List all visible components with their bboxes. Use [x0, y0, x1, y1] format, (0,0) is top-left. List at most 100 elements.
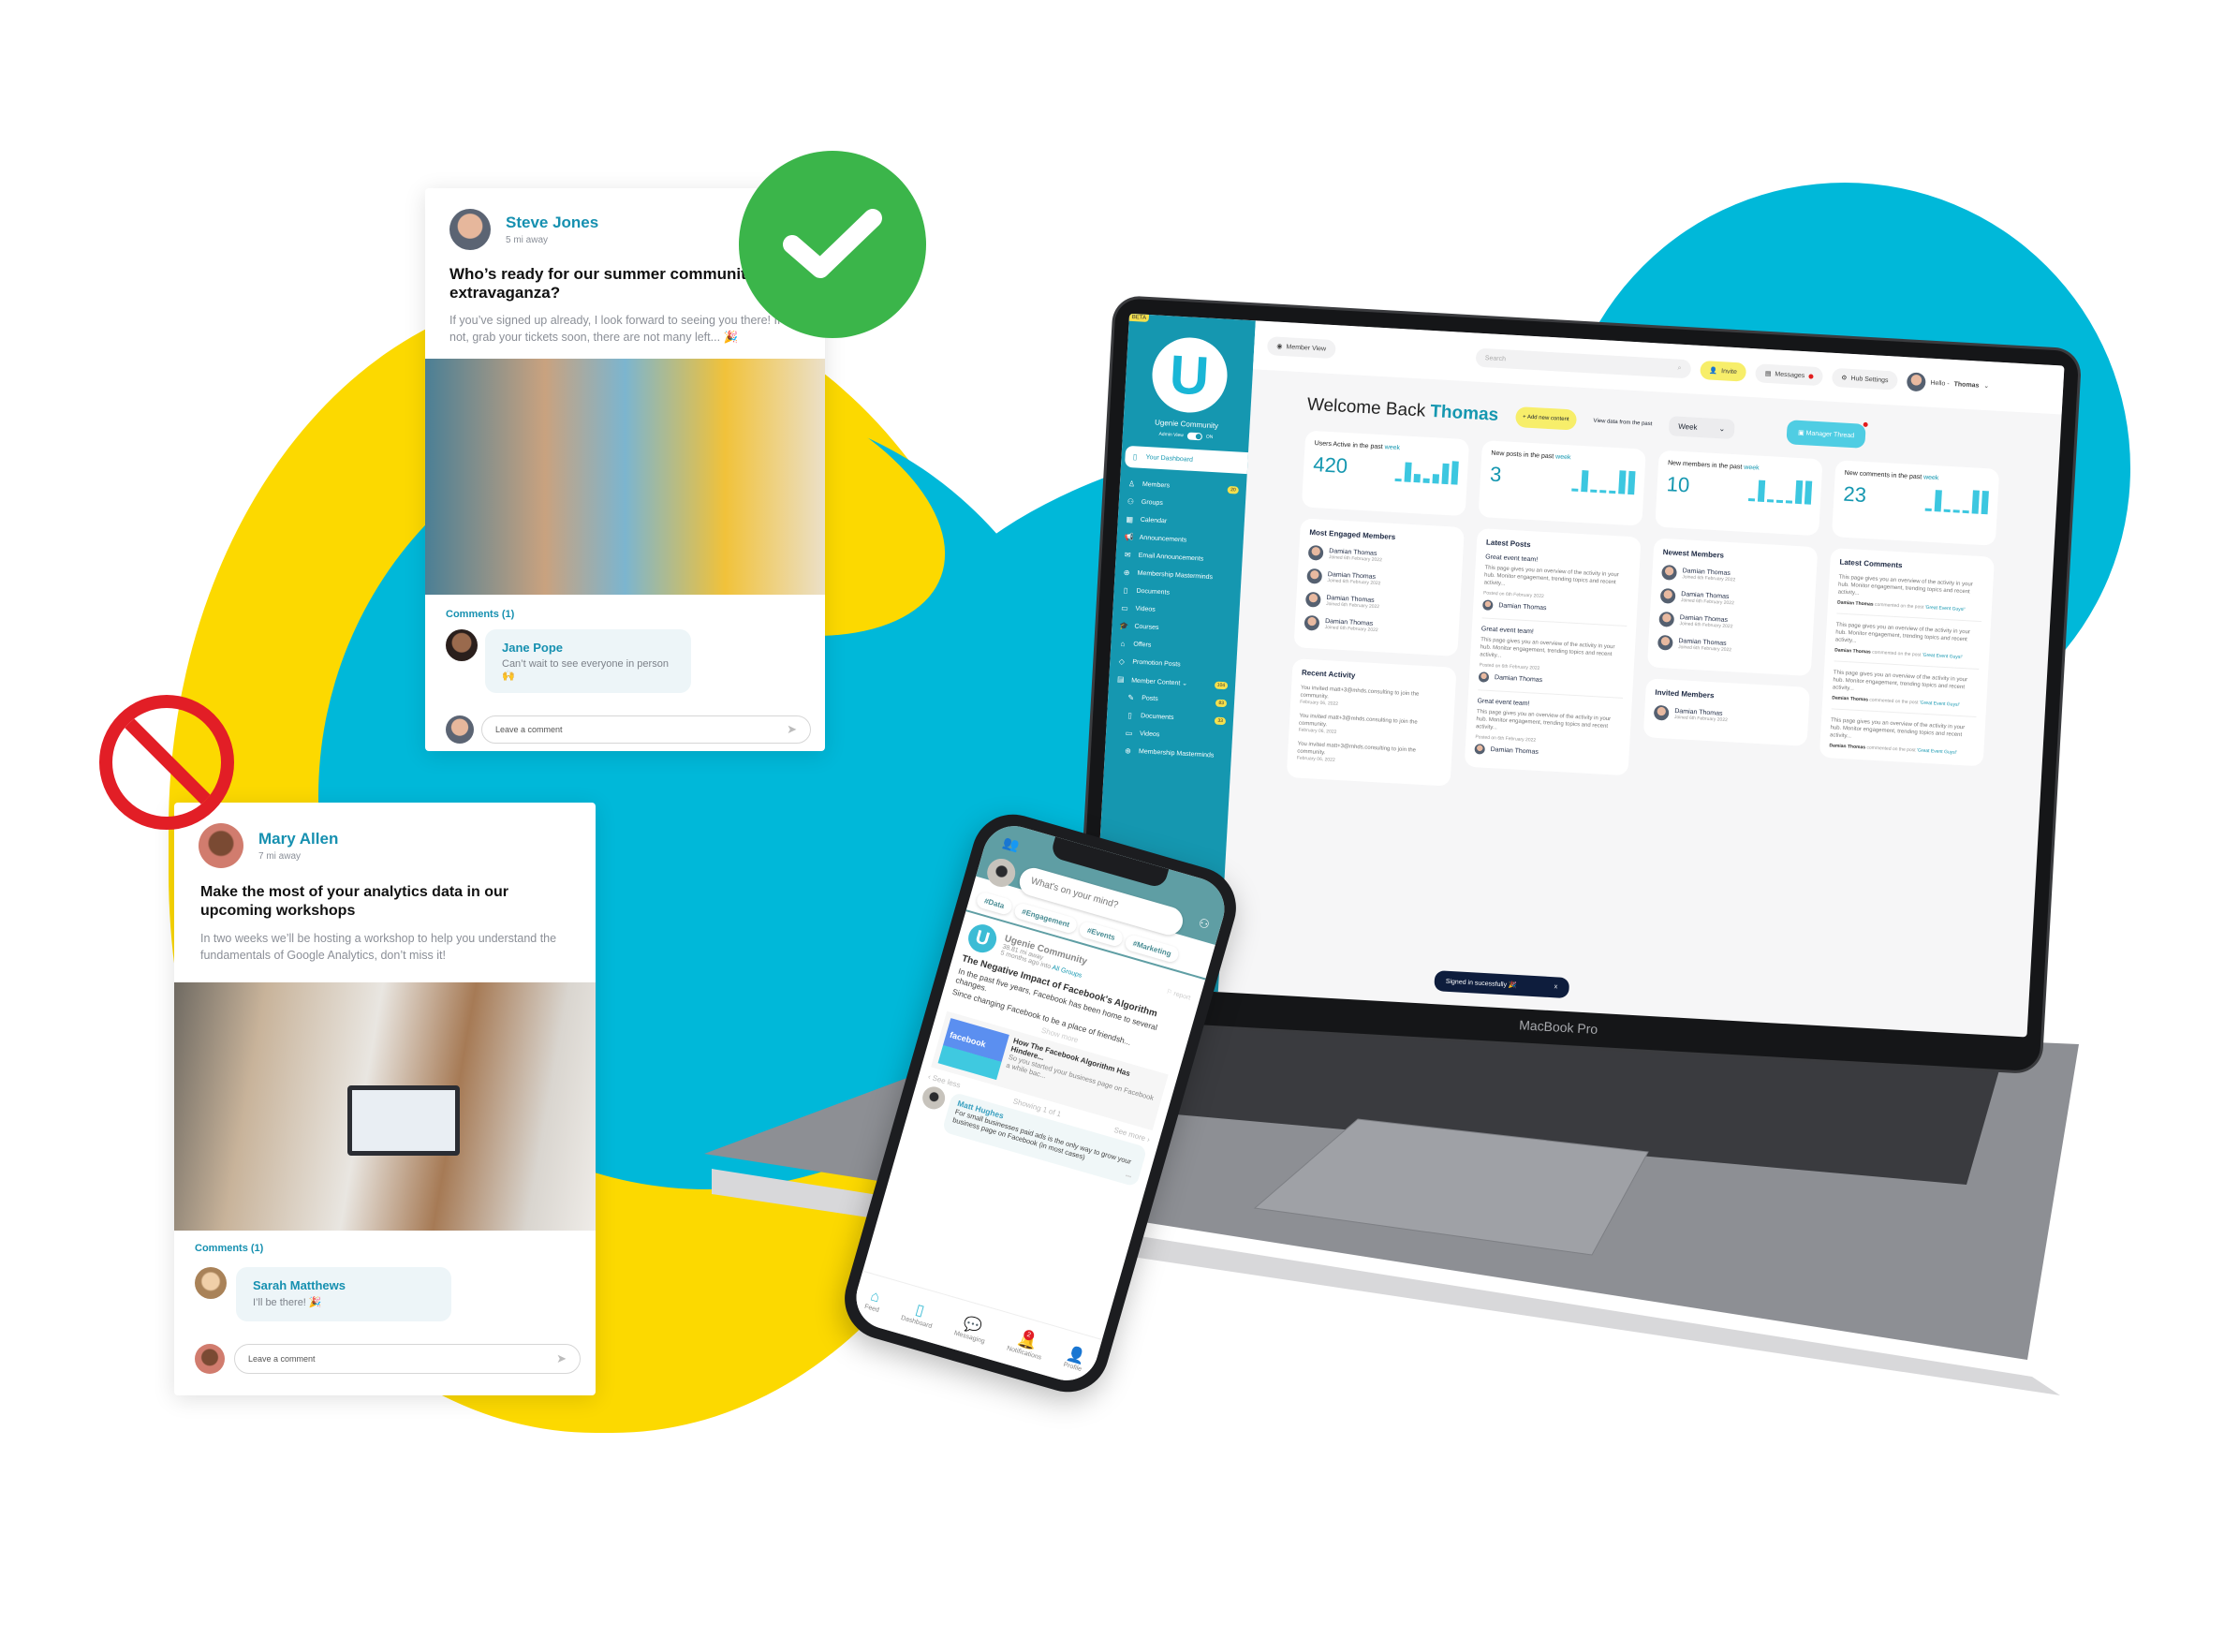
comment-post-link[interactable]: 'Great Event Guys!' [1917, 747, 1957, 755]
nav-item-messaging[interactable]: 💬 Messaging [953, 1312, 991, 1345]
comment-placeholder: Leave a comment [495, 725, 563, 734]
author-name[interactable]: Mary Allen [258, 830, 338, 848]
user-menu[interactable]: Hello - Thomas ⌄ [1906, 372, 1990, 395]
hub-settings-button[interactable]: ⚙ Hub Settings [1831, 367, 1899, 391]
panel-title: Newest Members [1662, 548, 1725, 560]
latest-post-item[interactable]: Great event team! This page gives you an … [1474, 698, 1622, 762]
community-avatar[interactable]: U [965, 921, 1000, 956]
latest-post-item[interactable]: Great event team! This page gives you an … [1478, 626, 1627, 699]
hashtag-chip[interactable]: #Events [1078, 920, 1125, 948]
member-row[interactable]: Damian Thomas Joined 6th February 2022 [1306, 568, 1452, 592]
sidebar-item-label: Your Dashboard [1145, 454, 1193, 464]
member-row[interactable]: Damian Thomas Joined 6th February 2022 [1658, 611, 1804, 635]
community-icon[interactable]: ⚇ [1197, 915, 1211, 933]
spark-bar [1747, 498, 1756, 502]
comment-excerpt: This page gives you an overview of the a… [1837, 574, 1973, 597]
latest-post-item[interactable]: Great event team! This page gives you an … [1481, 553, 1630, 627]
hashtag-chip[interactable]: #Data [975, 891, 1014, 917]
stat-card: New comments in the past week 23 [1831, 460, 2000, 546]
member-row[interactable]: Damian Thomas Joined 6th February 2022 [1304, 614, 1451, 639]
spark-bar [1943, 509, 1951, 513]
author-name[interactable]: Steve Jones [506, 214, 598, 232]
comments-count[interactable]: Comments (1) [446, 609, 811, 620]
commenter-name[interactable]: Sarah Matthews [253, 1278, 435, 1292]
manager-thread-button[interactable]: ▣ Manager Thread [1786, 420, 1868, 449]
author-avatar[interactable] [449, 209, 491, 250]
sidebar-icon: ▤ [1116, 674, 1125, 685]
comment-post-link[interactable]: 'Great Event Guys!' [1920, 701, 1960, 708]
divider [1481, 617, 1628, 627]
sparkline [1747, 477, 1813, 505]
comment-item[interactable]: This page gives you an overview of the a… [1829, 716, 1976, 757]
member-row[interactable]: Damian Thomas Joined 6th February 2022 [1653, 704, 1800, 729]
add-content-button[interactable]: + Add new content [1514, 406, 1578, 431]
greeting: Hello - [1930, 379, 1950, 388]
nav-item-profile[interactable]: 👤 Profile [1063, 1344, 1088, 1373]
author-avatar[interactable] [199, 823, 243, 868]
avatar [1906, 372, 1927, 392]
sidebar-item-label: Announcements [1139, 534, 1187, 544]
comment-action: commented on the post [1866, 745, 1916, 754]
activity-item: You invited matt+3@mhds.consulting to jo… [1297, 741, 1443, 770]
search-input[interactable]: Search ⌕ [1475, 347, 1692, 379]
sidebar-icon: ⌂ [1120, 639, 1126, 649]
current-user-avatar [195, 1344, 225, 1374]
comment-item[interactable]: This page gives you an overview of the a… [1831, 669, 1979, 717]
comment-input[interactable]: Leave a comment ➤ [234, 1344, 581, 1374]
community-logo[interactable]: U [1149, 335, 1230, 415]
toast-notification: Signed in sucessfully 🎉 x [1434, 970, 1569, 999]
member-row[interactable]: Damian Thomas Joined 6th February 2022 [1657, 634, 1804, 658]
groups-icon[interactable]: 👥 [1001, 834, 1021, 854]
sidebar-icon: ▦ [1126, 514, 1134, 524]
divider [1834, 660, 1980, 671]
column-4: Latest Comments This page gives you an ov… [1817, 548, 1996, 816]
check-glyph [783, 209, 882, 278]
panel-title: Invited Members [1655, 687, 1715, 701]
comment-excerpt: This page gives you an overview of the a… [1832, 670, 1968, 692]
messages-button[interactable]: ▤ Messages [1755, 363, 1823, 387]
spark-bar [1571, 488, 1579, 492]
toast-close-button[interactable]: x [1554, 983, 1557, 991]
toggle-switch[interactable] [1186, 432, 1202, 441]
member-row[interactable]: Damian Thomas Joined 6th February 2022 [1307, 544, 1454, 568]
comment-bubble: Jane Pope Can’t wait to see everyone in p… [485, 629, 691, 693]
invite-button[interactable]: 👤 Invite [1699, 360, 1747, 382]
comments-count[interactable]: Comments (1) [195, 1243, 581, 1254]
member-view-button[interactable]: ◉ Member View [1266, 336, 1336, 360]
member-info: Damian Thomas Joined 6th February 2022 [1682, 568, 1736, 583]
welcome-text: Welcome Back [1306, 394, 1426, 421]
search-icon: ⌕ [1677, 364, 1682, 372]
report-button[interactable]: ⚐ report [1166, 988, 1192, 1002]
checkmark-icon [739, 151, 926, 338]
latest-comments-panel: Latest Comments This page gives you an ov… [1819, 548, 1996, 767]
comment-post-link[interactable]: 'Great Event Guys!' [1922, 653, 1963, 660]
divider [1831, 708, 1977, 717]
comment-author: Damian Thomas [1829, 743, 1866, 751]
sidebar-item[interactable]: ▯ Your Dashboard [1124, 445, 1249, 475]
send-icon[interactable]: ➤ [556, 1351, 567, 1366]
period-select[interactable]: Week ⌄ [1668, 415, 1735, 439]
member-row[interactable]: Damian Thomas Joined 6th February 2022 [1304, 591, 1451, 615]
prohibited-icon [99, 695, 234, 830]
comment-post-link[interactable]: 'Great Event Guys!' [1924, 605, 1965, 612]
sidebar-icon: ▯ [1127, 711, 1133, 720]
comment-input[interactable]: Leave a comment ➤ [481, 715, 811, 744]
comment-item[interactable]: This page gives you an overview of the a… [1834, 621, 1981, 671]
send-icon[interactable]: ➤ [787, 722, 797, 737]
sidebar-icon: ⊕ [1123, 568, 1130, 578]
current-user-avatar [446, 715, 474, 744]
comment-item[interactable]: This page gives you an overview of the a… [1836, 574, 1983, 623]
commenter-name[interactable]: Jane Pope [502, 641, 674, 655]
nav-item-dashboard[interactable]: ▯ Dashboard [900, 1297, 937, 1330]
welcome-name: Thomas [1429, 401, 1499, 425]
spark-bar [1804, 480, 1813, 505]
member-row[interactable]: Damian Thomas Joined 6th February 2022 [1659, 587, 1806, 612]
member-row[interactable]: Damian Thomas Joined 6th February 2022 [1661, 564, 1807, 588]
member-avatar [1659, 587, 1676, 604]
laptop-screen: BETA U Ugenie Community Admin View ON ▯ Yo… [1076, 298, 2080, 1072]
stat-card: New members in the past week 10 [1655, 450, 1823, 537]
stat-period: week [1384, 444, 1401, 452]
author-avatar [1482, 599, 1494, 611]
nav-item-feed[interactable]: ⌂ Feed [863, 1287, 884, 1314]
nav-item-notifications[interactable]: 🔔 Notifications 2 [1006, 1327, 1047, 1362]
